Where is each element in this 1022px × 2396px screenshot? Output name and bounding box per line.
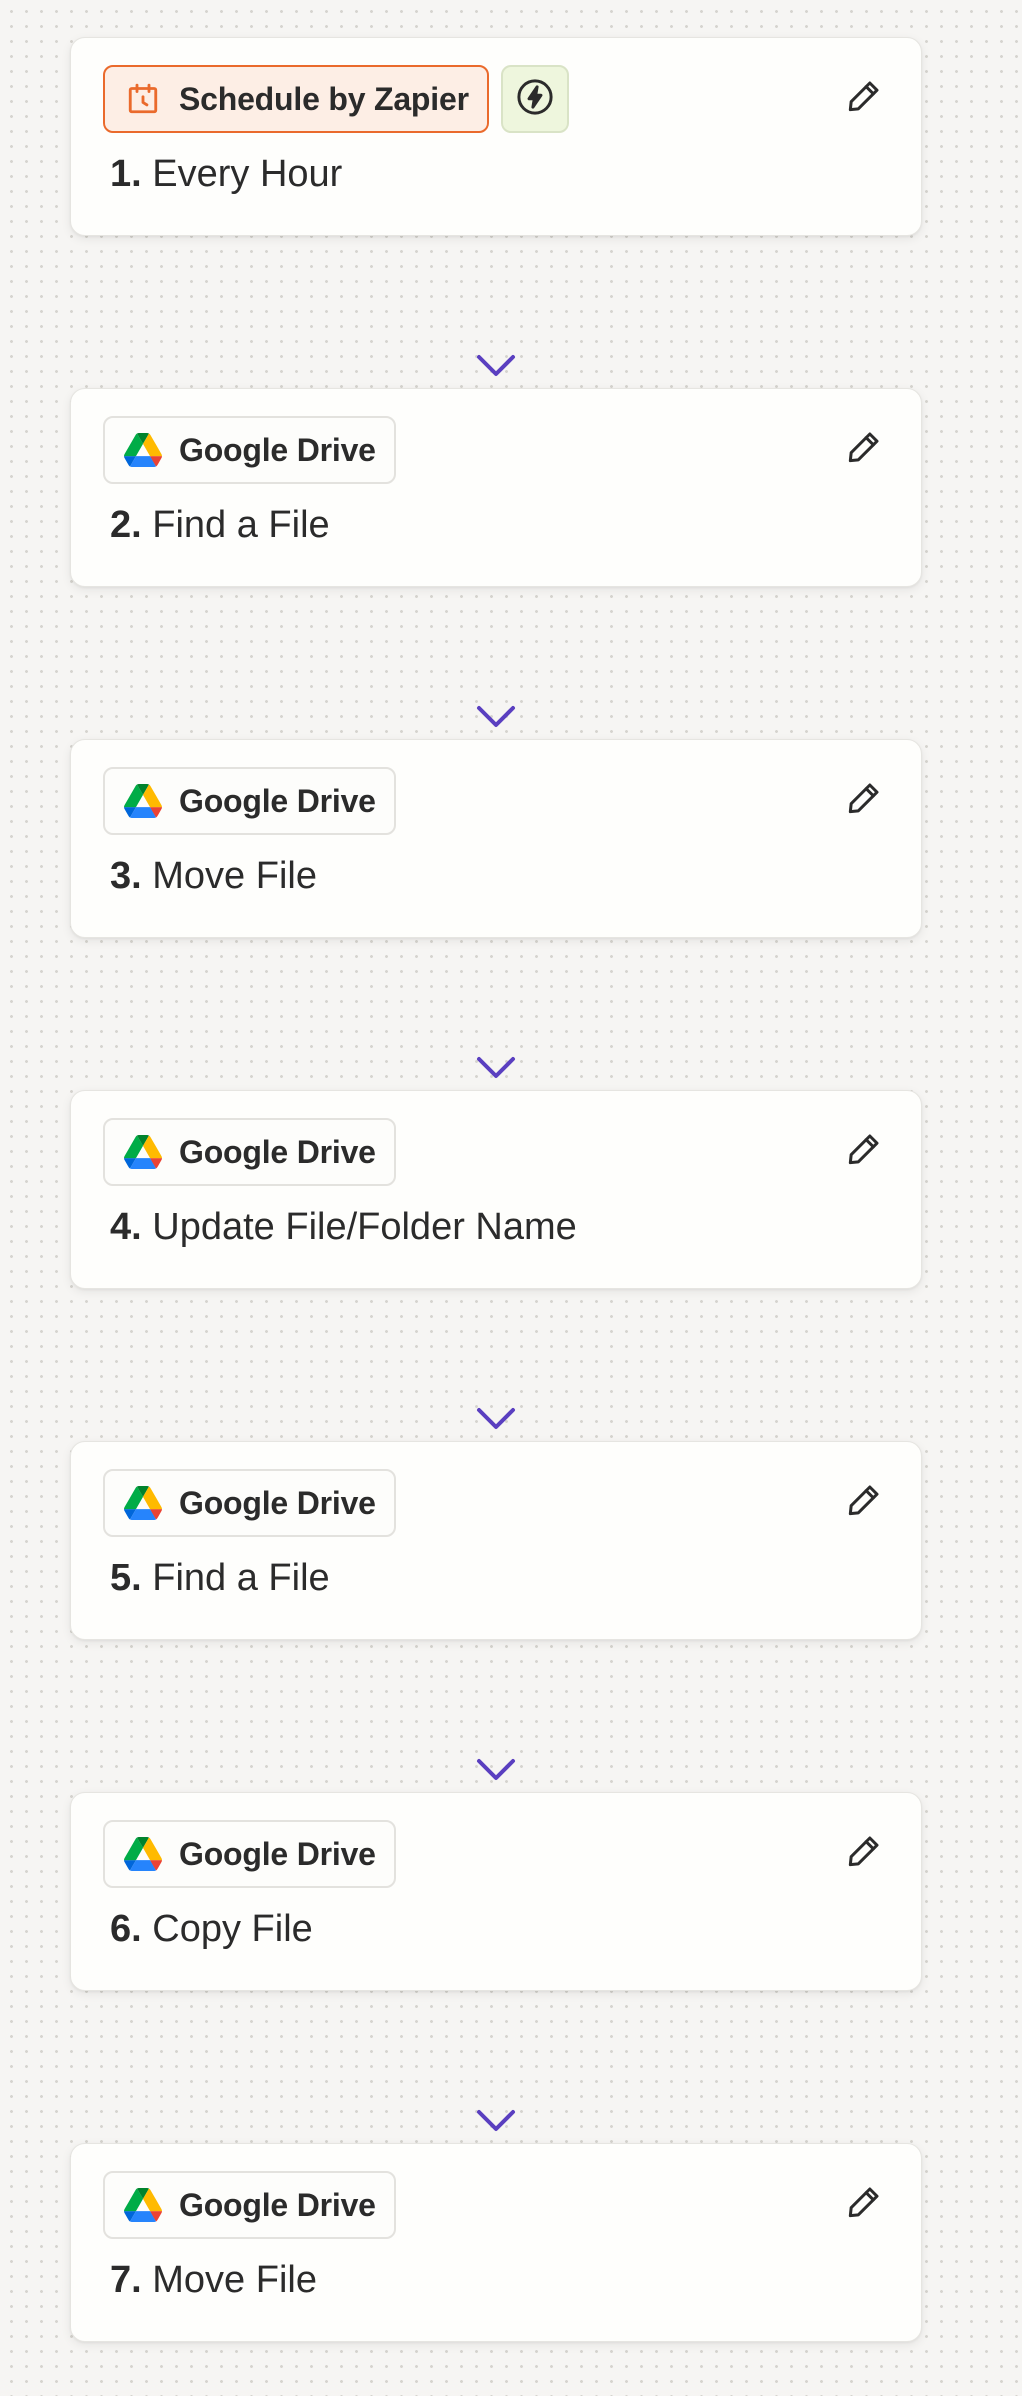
step-connector-arrow: [70, 1640, 922, 1792]
edit-step-button[interactable]: [839, 73, 889, 123]
step-name: Copy File: [152, 1908, 313, 1950]
edit-step-button[interactable]: [839, 1126, 889, 1176]
google-drive-icon: [124, 1133, 162, 1171]
step-connector-arrow: [70, 236, 922, 388]
pencil-icon: [844, 778, 884, 823]
pencil-icon: [844, 1480, 884, 1525]
step-number: 1.: [110, 153, 142, 195]
step-card[interactable]: Google Drive 3. Move File: [70, 739, 922, 938]
step-title: 2. Find a File: [110, 502, 330, 548]
step-connector-arrow: [70, 938, 922, 1090]
step-name: Update File/Folder Name: [152, 1206, 577, 1248]
step-connector-arrow: [70, 1289, 922, 1441]
trigger-chip[interactable]: [501, 65, 569, 133]
edit-step-button[interactable]: [839, 2179, 889, 2229]
pencil-icon: [844, 76, 884, 121]
app-name: Google Drive: [179, 1133, 376, 1170]
google-drive-icon: [124, 1484, 162, 1522]
step-connector-arrow: [70, 1991, 922, 2143]
step-card[interactable]: Google Drive 2. Find a File: [70, 388, 922, 587]
app-name: Google Drive: [179, 1484, 376, 1521]
app-name: Google Drive: [179, 782, 376, 819]
app-badge-google-drive[interactable]: Google Drive: [103, 1820, 396, 1888]
google-drive-icon: [124, 1835, 162, 1873]
step-title: 6. Copy File: [110, 1906, 313, 1952]
edit-step-button[interactable]: [839, 1477, 889, 1527]
step-name: Move File: [152, 855, 317, 897]
step-number: 2.: [110, 504, 142, 546]
pencil-icon: [844, 1129, 884, 1174]
step-card[interactable]: Google Drive 5. Find a File: [70, 1441, 922, 1640]
app-badge-google-drive[interactable]: Google Drive: [103, 416, 396, 484]
edit-step-button[interactable]: [839, 1828, 889, 1878]
lightning-bolt-icon: [514, 76, 556, 123]
step-number: 6.: [110, 1908, 142, 1950]
step-title: 7. Move File: [110, 2257, 317, 2303]
edit-step-button[interactable]: [839, 424, 889, 474]
app-name: Schedule by Zapier: [179, 80, 469, 117]
google-drive-icon: [124, 2186, 162, 2224]
zap-workflow: Schedule by Zapier 1. Every Hour Google …: [70, 37, 922, 2342]
step-card[interactable]: Google Drive 7. Move File: [70, 2143, 922, 2342]
pencil-icon: [844, 1831, 884, 1876]
step-title: 3. Move File: [110, 853, 317, 899]
step-name: Every Hour: [152, 153, 343, 195]
app-badge-google-drive[interactable]: Google Drive: [103, 1469, 396, 1537]
step-number: 7.: [110, 2259, 142, 2301]
app-name: Google Drive: [179, 431, 376, 468]
google-drive-icon: [124, 431, 162, 469]
step-name: Find a File: [152, 504, 330, 546]
step-number: 3.: [110, 855, 142, 897]
calendar-clock-icon: [124, 80, 162, 118]
app-badge-google-drive[interactable]: Google Drive: [103, 2171, 396, 2239]
app-badge-schedule[interactable]: Schedule by Zapier: [103, 65, 489, 133]
step-card[interactable]: Google Drive 6. Copy File: [70, 1792, 922, 1991]
step-title: 5. Find a File: [110, 1555, 330, 1601]
step-name: Move File: [152, 2259, 317, 2301]
step-card[interactable]: Google Drive 4. Update File/Folder Name: [70, 1090, 922, 1289]
step-number: 5.: [110, 1557, 142, 1599]
step-number: 4.: [110, 1206, 142, 1248]
app-badge-google-drive[interactable]: Google Drive: [103, 1118, 396, 1186]
pencil-icon: [844, 2182, 884, 2227]
app-name: Google Drive: [179, 1835, 376, 1872]
step-card[interactable]: Schedule by Zapier 1. Every Hour: [70, 37, 922, 236]
step-name: Find a File: [152, 1557, 330, 1599]
edit-step-button[interactable]: [839, 775, 889, 825]
step-connector-arrow: [70, 587, 922, 739]
app-badge-google-drive[interactable]: Google Drive: [103, 767, 396, 835]
step-title: 4. Update File/Folder Name: [110, 1204, 577, 1250]
google-drive-icon: [124, 782, 162, 820]
step-title: 1. Every Hour: [110, 151, 342, 197]
app-name: Google Drive: [179, 2186, 376, 2223]
pencil-icon: [844, 427, 884, 472]
